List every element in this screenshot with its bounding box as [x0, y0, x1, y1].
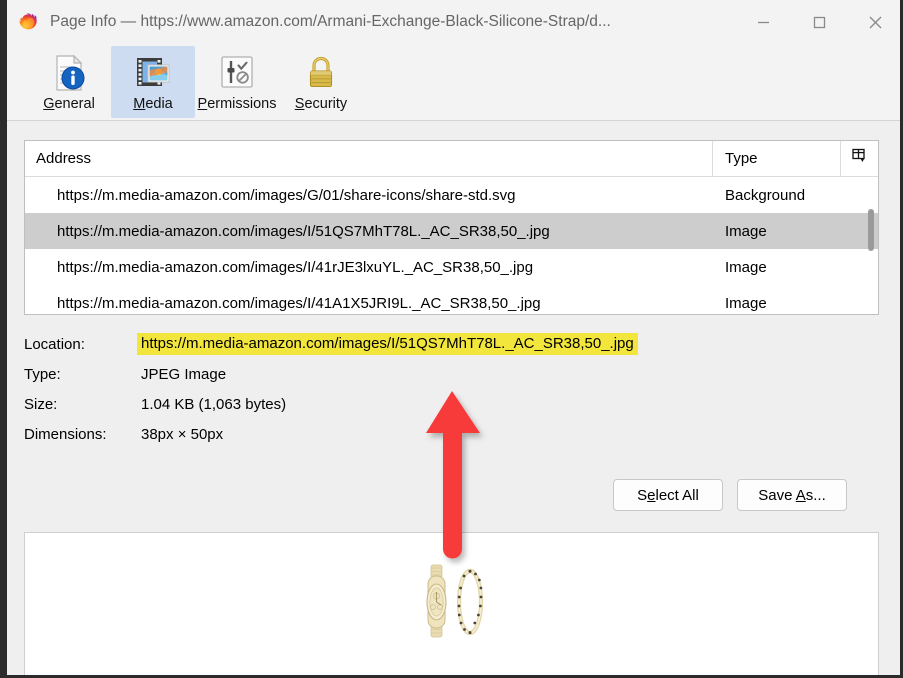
firefox-logo-icon: [17, 11, 39, 33]
table-row[interactable]: https://m.media-amazon.com/images/I/41rJ…: [25, 249, 878, 285]
window-title: Page Info — https://www.amazon.com/Arman…: [50, 13, 611, 30]
media-details: Location: https://m.media-amazon.com/ima…: [24, 329, 879, 449]
padlock-icon: [300, 52, 342, 94]
row-type: Image: [725, 294, 767, 312]
table-row[interactable]: https://m.media-amazon.com/images/I/41A1…: [25, 285, 878, 314]
select-all-button[interactable]: Select All: [613, 479, 723, 511]
sliders-check-icon: [216, 52, 258, 94]
save-as-label: Save As...: [758, 486, 826, 504]
save-as-button[interactable]: Save As...: [737, 479, 847, 511]
vertical-scrollbar[interactable]: [867, 179, 875, 313]
tab-general[interactable]: General: [27, 46, 111, 118]
media-image-icon: [132, 52, 174, 94]
row-address: https://m.media-amazon.com/images/G/01/s…: [57, 186, 516, 204]
column-picker-icon: [851, 148, 868, 169]
column-header-address[interactable]: Address: [25, 141, 713, 177]
detail-label: Size:: [24, 395, 58, 413]
document-info-icon: [48, 52, 90, 94]
detail-value-location[interactable]: https://m.media-amazon.com/images/I/51QS…: [137, 333, 638, 355]
row-type: Image: [725, 258, 767, 276]
row-address: https://m.media-amazon.com/images/I/41rJ…: [57, 258, 534, 276]
tab-permissions-label: Permissions: [197, 96, 277, 112]
minimize-button[interactable]: [735, 0, 791, 44]
tab-general-label: General: [43, 96, 95, 112]
table-row[interactable]: https://m.media-amazon.com/images/G/01/s…: [25, 177, 878, 213]
select-all-label: Select All: [637, 486, 699, 504]
preview-image: [25, 563, 878, 641]
media-actions: Select All Save As...: [24, 479, 879, 511]
close-button[interactable]: [847, 0, 903, 44]
row-address: https://m.media-amazon.com/images/I/51QS…: [57, 222, 550, 240]
detail-value-dimensions: 38px × 50px: [141, 425, 224, 443]
detail-row-size: Size: 1.04 KB (1,063 bytes): [24, 389, 879, 419]
detail-label: Dimensions:: [24, 425, 107, 443]
maximize-button[interactable]: [791, 0, 847, 44]
tab-security-label: Security: [294, 96, 348, 112]
detail-row-dimensions: Dimensions: 38px × 50px: [24, 419, 879, 449]
detail-value-type: JPEG Image: [141, 365, 227, 383]
detail-value-size: 1.04 KB (1,063 bytes): [141, 395, 287, 413]
tab-security[interactable]: Security: [279, 46, 363, 118]
scrollbar-thumb[interactable]: [868, 209, 874, 251]
page-info-tabs: General Media Permissions Security: [0, 44, 903, 121]
media-list-rows: https://m.media-amazon.com/images/G/01/s…: [25, 177, 878, 314]
media-pane: Address Type https://m.media-amazon.com/…: [0, 121, 903, 678]
column-header-type[interactable]: Type: [713, 141, 841, 177]
tab-media[interactable]: Media: [111, 46, 195, 118]
titlebar-left: Page Info — https://www.amazon.com/Arman…: [0, 11, 735, 33]
detail-label: Location:: [24, 335, 85, 353]
detail-row-type: Type: JPEG Image: [24, 359, 879, 389]
media-list: Address Type https://m.media-amazon.com/…: [24, 140, 879, 315]
titlebar: Page Info — https://www.amazon.com/Arman…: [0, 0, 903, 44]
row-type: Image: [725, 222, 767, 240]
media-preview: [24, 532, 879, 678]
row-address: https://m.media-amazon.com/images/I/41A1…: [57, 294, 541, 312]
column-picker-button[interactable]: [841, 141, 878, 177]
window-left-border: [0, 0, 7, 678]
media-list-header: Address Type: [25, 141, 878, 177]
tab-media-label: Media: [133, 96, 173, 112]
tab-permissions[interactable]: Permissions: [195, 46, 279, 118]
row-type: Background: [725, 186, 806, 204]
page-info-window: Page Info — https://www.amazon.com/Arman…: [0, 0, 903, 678]
window-controls: [735, 0, 903, 44]
detail-row-location: Location: https://m.media-amazon.com/ima…: [24, 329, 879, 359]
detail-label: Type:: [24, 365, 61, 383]
table-row[interactable]: https://m.media-amazon.com/images/I/51QS…: [25, 213, 878, 249]
